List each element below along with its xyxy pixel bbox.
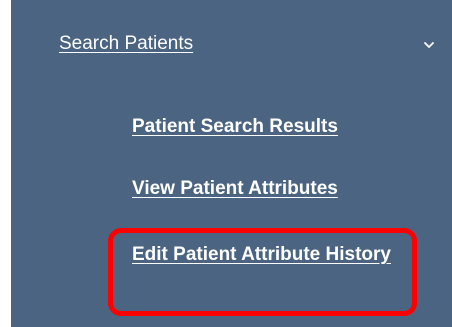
menu-item-view-patient-attributes[interactable]: View Patient Attributes xyxy=(132,171,338,207)
menu-item-patient-search-results[interactable]: Patient Search Results xyxy=(132,109,338,145)
search-patients-link[interactable]: Search Patients xyxy=(59,33,193,55)
menu-item-edit-patient-attribute-history[interactable]: Edit Patient Attribute History xyxy=(132,237,392,273)
search-patients-menu-header[interactable]: Search Patients xyxy=(11,30,452,70)
chevron-down-icon[interactable] xyxy=(423,41,435,49)
navigation-menu: Search Patients Patient Search Results V… xyxy=(11,0,452,327)
